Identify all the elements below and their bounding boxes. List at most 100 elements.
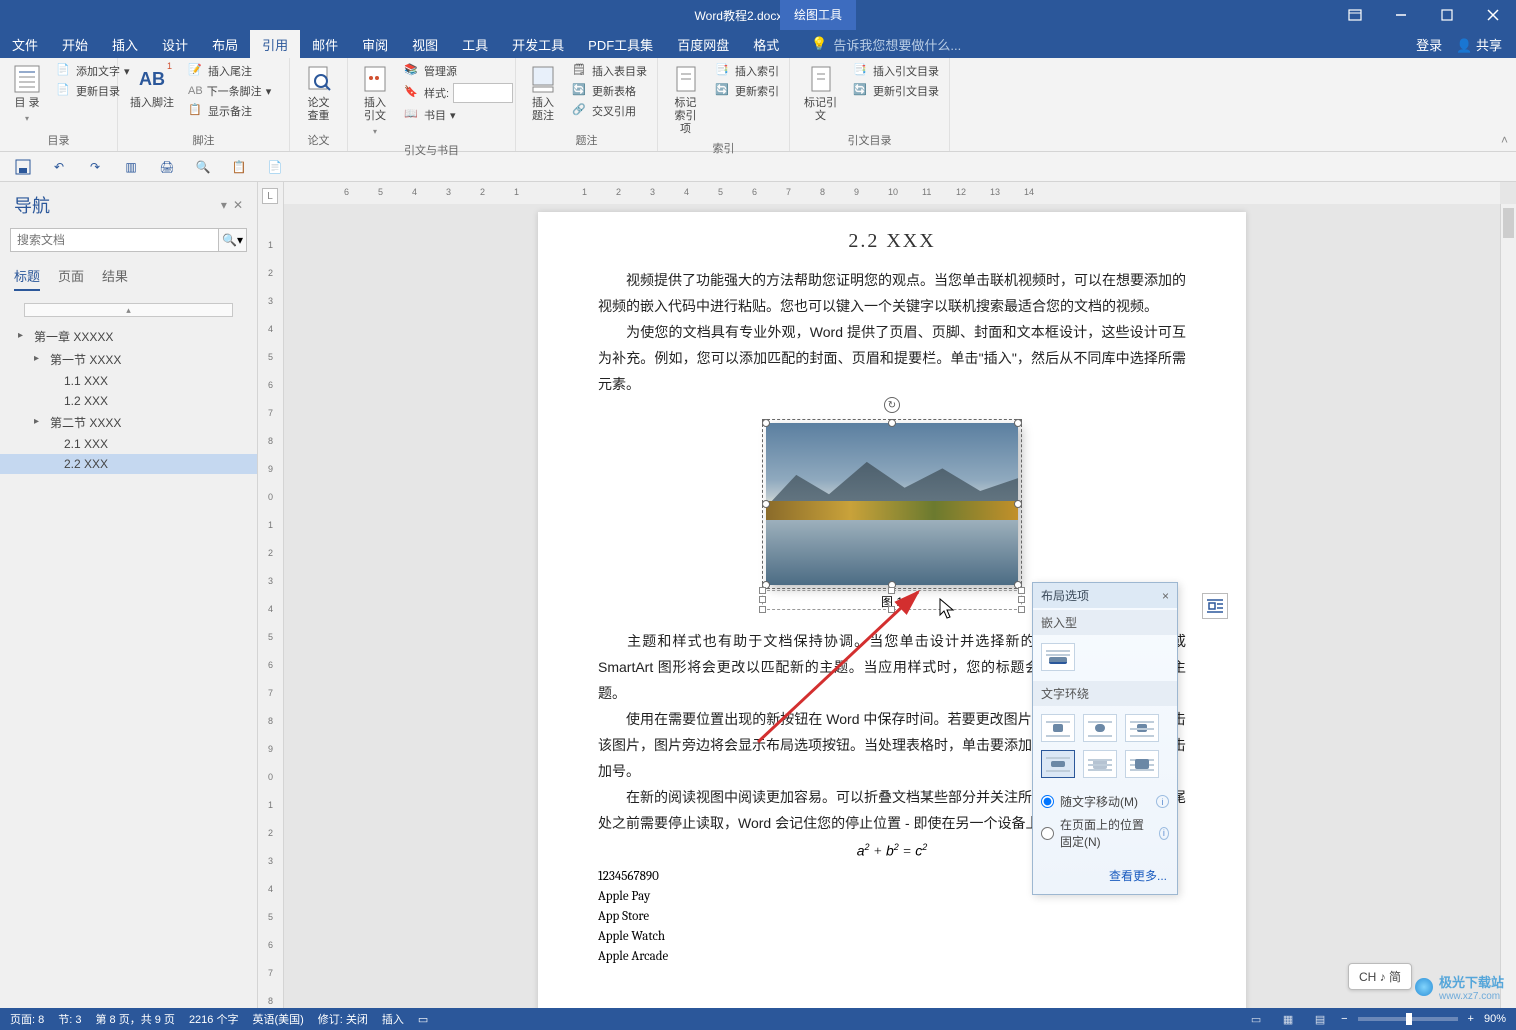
tab-developer[interactable]: 开发工具 <box>500 30 576 58</box>
zoom-knob[interactable] <box>1406 1013 1412 1025</box>
wrap-infront-option[interactable] <box>1125 750 1159 778</box>
layout-options-anchor-button[interactable] <box>1202 593 1228 619</box>
update-table-button[interactable]: 🔄更新表格 <box>568 81 651 101</box>
wrap-through-option[interactable] <box>1125 714 1159 742</box>
info-icon[interactable]: i <box>1159 827 1169 840</box>
close-button[interactable] <box>1470 0 1516 30</box>
account-login[interactable]: 登录 <box>1416 35 1442 54</box>
nav-item[interactable]: 1.2 XXX <box>0 391 257 411</box>
status-page[interactable]: 页面: 8 <box>10 1011 44 1027</box>
tell-me-search[interactable]: 💡 告诉我您想要做什么... <box>811 30 961 58</box>
rotate-handle-icon[interactable] <box>884 397 900 413</box>
resize-handle[interactable] <box>762 419 770 427</box>
zoom-out-icon[interactable]: − <box>1341 1013 1347 1025</box>
tab-review[interactable]: 审阅 <box>350 30 400 58</box>
status-macro-icon[interactable]: ▭ <box>418 1013 428 1026</box>
tab-mailings[interactable]: 邮件 <box>300 30 350 58</box>
nav-dropdown-icon[interactable]: ▾ <box>221 198 227 212</box>
style-dropdown[interactable] <box>453 83 513 103</box>
wrap-topbottom-option[interactable] <box>1041 750 1075 778</box>
print-icon[interactable]: 🖨 <box>158 158 176 176</box>
tab-tools[interactable]: 工具 <box>450 30 500 58</box>
tab-references[interactable]: 引用 <box>250 30 300 58</box>
tab-pdftools[interactable]: PDF工具集 <box>576 30 665 58</box>
save-icon[interactable] <box>14 158 32 176</box>
resize-handle[interactable] <box>888 419 896 427</box>
document-canvas[interactable]: 2.2 XXX 视频提供了功能强大的方法帮助您证明您的观点。当您单击联机视频时，… <box>284 204 1500 1008</box>
nav-item[interactable]: ▸第一节 XXXX <box>0 348 257 371</box>
tab-file[interactable]: 文件 <box>0 30 50 58</box>
text-line[interactable]: Apple Watch <box>598 927 1186 947</box>
info-icon[interactable]: i <box>1156 795 1169 808</box>
update-authorities-button[interactable]: 🔄更新引文目录 <box>849 81 943 101</box>
wrap-square-option[interactable] <box>1041 714 1075 742</box>
status-language[interactable]: 英语(美国) <box>252 1011 303 1027</box>
nav-item[interactable]: 1.1 XXX <box>0 371 257 391</box>
cross-reference-button[interactable]: 🔗交叉引用 <box>568 101 651 121</box>
text-line[interactable]: App Store <box>598 907 1186 927</box>
paper-check-button[interactable]: 论文 查重 <box>296 61 341 125</box>
insert-authorities-button[interactable]: 📑插入引文目录 <box>849 61 943 81</box>
vertical-scrollbar[interactable] <box>1500 204 1516 1008</box>
status-insert-mode[interactable]: 插入 <box>382 1011 404 1027</box>
nav-item[interactable]: ▸第一章 XXXXX <box>0 325 257 348</box>
tab-baidudisk[interactable]: 百度网盘 <box>665 30 741 58</box>
insert-figtable-button[interactable]: 🗒插入表目录 <box>568 61 651 81</box>
tab-insert[interactable]: 插入 <box>100 30 150 58</box>
inserted-picture[interactable] <box>766 423 1018 585</box>
next-footnote-button[interactable]: AB下一条脚注 ▾ <box>184 81 275 101</box>
status-section[interactable]: 节: 3 <box>58 1011 81 1027</box>
search-input[interactable] <box>10 228 219 252</box>
share-button[interactable]: 👤 共享 <box>1456 35 1502 54</box>
view-web-icon[interactable]: ▤ <box>1309 1011 1331 1027</box>
clipboard-icon[interactable]: 📋 <box>230 158 248 176</box>
redo-icon[interactable]: ↷ <box>86 158 104 176</box>
paragraph[interactable]: 为使您的文档具有专业外观，Word 提供了页眉、页脚、封面和文本框设计，这些设计… <box>598 319 1186 397</box>
insert-caption-button[interactable]: 插入题注 <box>522 61 564 125</box>
status-page-of[interactable]: 第 8 页，共 9 页 <box>95 1011 174 1027</box>
tab-selector[interactable]: L <box>262 188 278 204</box>
resize-handle[interactable] <box>1014 419 1022 427</box>
new-doc-icon[interactable]: 📄 <box>266 158 284 176</box>
contextual-tab-drawingtools[interactable]: 绘图工具 <box>780 0 856 30</box>
update-index-button[interactable]: 🔄更新索引 <box>711 81 783 101</box>
wrap-inline-option[interactable] <box>1041 643 1075 671</box>
move-with-text-radio[interactable]: 随文字移动(M)i <box>1041 790 1169 813</box>
status-word-count[interactable]: 2216 个字 <box>189 1011 239 1027</box>
print-preview-icon[interactable]: 🔍 <box>194 158 212 176</box>
status-track-changes[interactable]: 修订: 关闭 <box>318 1011 368 1027</box>
insert-footnote-button[interactable]: AB1 插入脚注 <box>124 61 180 112</box>
wrap-behind-option[interactable] <box>1083 750 1117 778</box>
toc-button[interactable]: 目 录▾ <box>6 61 48 127</box>
zoom-in-icon[interactable]: + <box>1468 1013 1474 1025</box>
tab-design[interactable]: 设计 <box>150 30 200 58</box>
resize-handle[interactable] <box>762 500 770 508</box>
search-go-button[interactable]: 🔍▾ <box>219 228 247 252</box>
horizontal-ruler[interactable]: 6543211234567891011121314 <box>284 182 1500 204</box>
ribbon-display-options-icon[interactable] <box>1332 0 1378 30</box>
radio-input[interactable] <box>1041 827 1054 840</box>
resize-handle[interactable] <box>1014 500 1022 508</box>
nav-item[interactable]: 2.1 XXX <box>0 434 257 454</box>
tab-view[interactable]: 视图 <box>400 30 450 58</box>
paragraph[interactable]: 视频提供了功能强大的方法帮助您证明您的观点。当您单击联机视频时，可以在想要添加的… <box>598 267 1186 319</box>
bibliography-button[interactable]: 📖书目 ▾ <box>400 105 517 125</box>
nav-close-icon[interactable]: ✕ <box>233 198 243 212</box>
popup-close-icon[interactable]: × <box>1162 589 1169 603</box>
show-notes-button[interactable]: 📋显示备注 <box>184 101 275 121</box>
zoom-slider[interactable] <box>1358 1017 1458 1021</box>
manage-sources-button[interactable]: 📚管理源 <box>400 61 517 81</box>
insert-citation-button[interactable]: 插入引文▾ <box>354 61 396 140</box>
insert-endnote-button[interactable]: 📝插入尾注 <box>184 61 275 81</box>
zoom-percent[interactable]: 90% <box>1484 1013 1506 1025</box>
nav-tab-headings[interactable]: 标题 <box>14 266 40 291</box>
scrollbar-thumb[interactable] <box>1503 208 1514 238</box>
tab-home[interactable]: 开始 <box>50 30 100 58</box>
tab-format[interactable]: 格式 <box>741 30 791 58</box>
maximize-button[interactable] <box>1424 0 1470 30</box>
collapse-ribbon-icon[interactable]: ˄ <box>1501 133 1508 147</box>
view-read-icon[interactable]: ▭ <box>1245 1011 1267 1027</box>
insert-index-button[interactable]: 📑插入索引 <box>711 61 783 81</box>
radio-input[interactable] <box>1041 795 1054 808</box>
ime-indicator[interactable]: CH ♪ 简 <box>1348 963 1412 990</box>
